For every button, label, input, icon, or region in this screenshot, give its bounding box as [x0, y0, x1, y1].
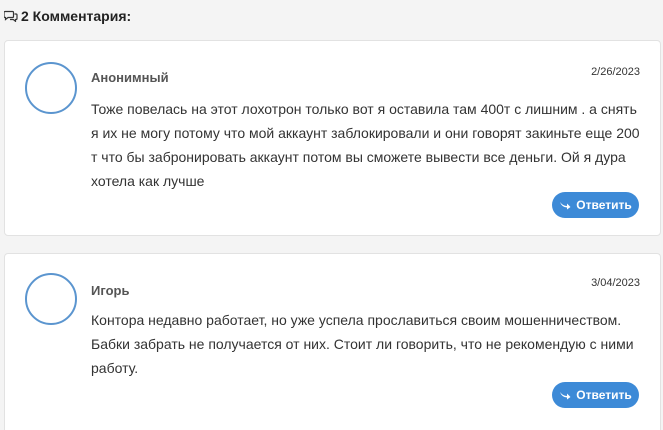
comment-card: Анонимный 2/26/2023 Тоже повелась на это…: [4, 40, 661, 236]
reply-button-label: Ответить: [576, 198, 632, 212]
comment-author: Игорь: [91, 283, 130, 298]
avatar: [25, 273, 77, 325]
comment-date: 2/26/2023: [591, 66, 640, 78]
reply-button-label: Ответить: [576, 388, 632, 402]
reply-button[interactable]: Ответить: [552, 382, 639, 408]
comment-text: Контора недавно работает, но уже успела …: [91, 312, 634, 376]
comment-card: Игорь 3/04/2023 Контора недавно работает…: [4, 253, 661, 430]
comments-header: 2 Комментария:: [4, 6, 131, 26]
comments-count-title: 2 Комментария:: [21, 8, 132, 24]
reply-arrow-icon: [559, 391, 571, 400]
avatar: [25, 62, 77, 114]
comments-icon: [4, 10, 18, 22]
comment-date: 3/04/2023: [591, 277, 640, 289]
reply-arrow-icon: [559, 201, 571, 210]
reply-button[interactable]: Ответить: [552, 192, 639, 218]
comment-text: Тоже повелась на этот лохотрон только во…: [91, 101, 640, 189]
comment-author: Анонимный: [91, 70, 169, 85]
